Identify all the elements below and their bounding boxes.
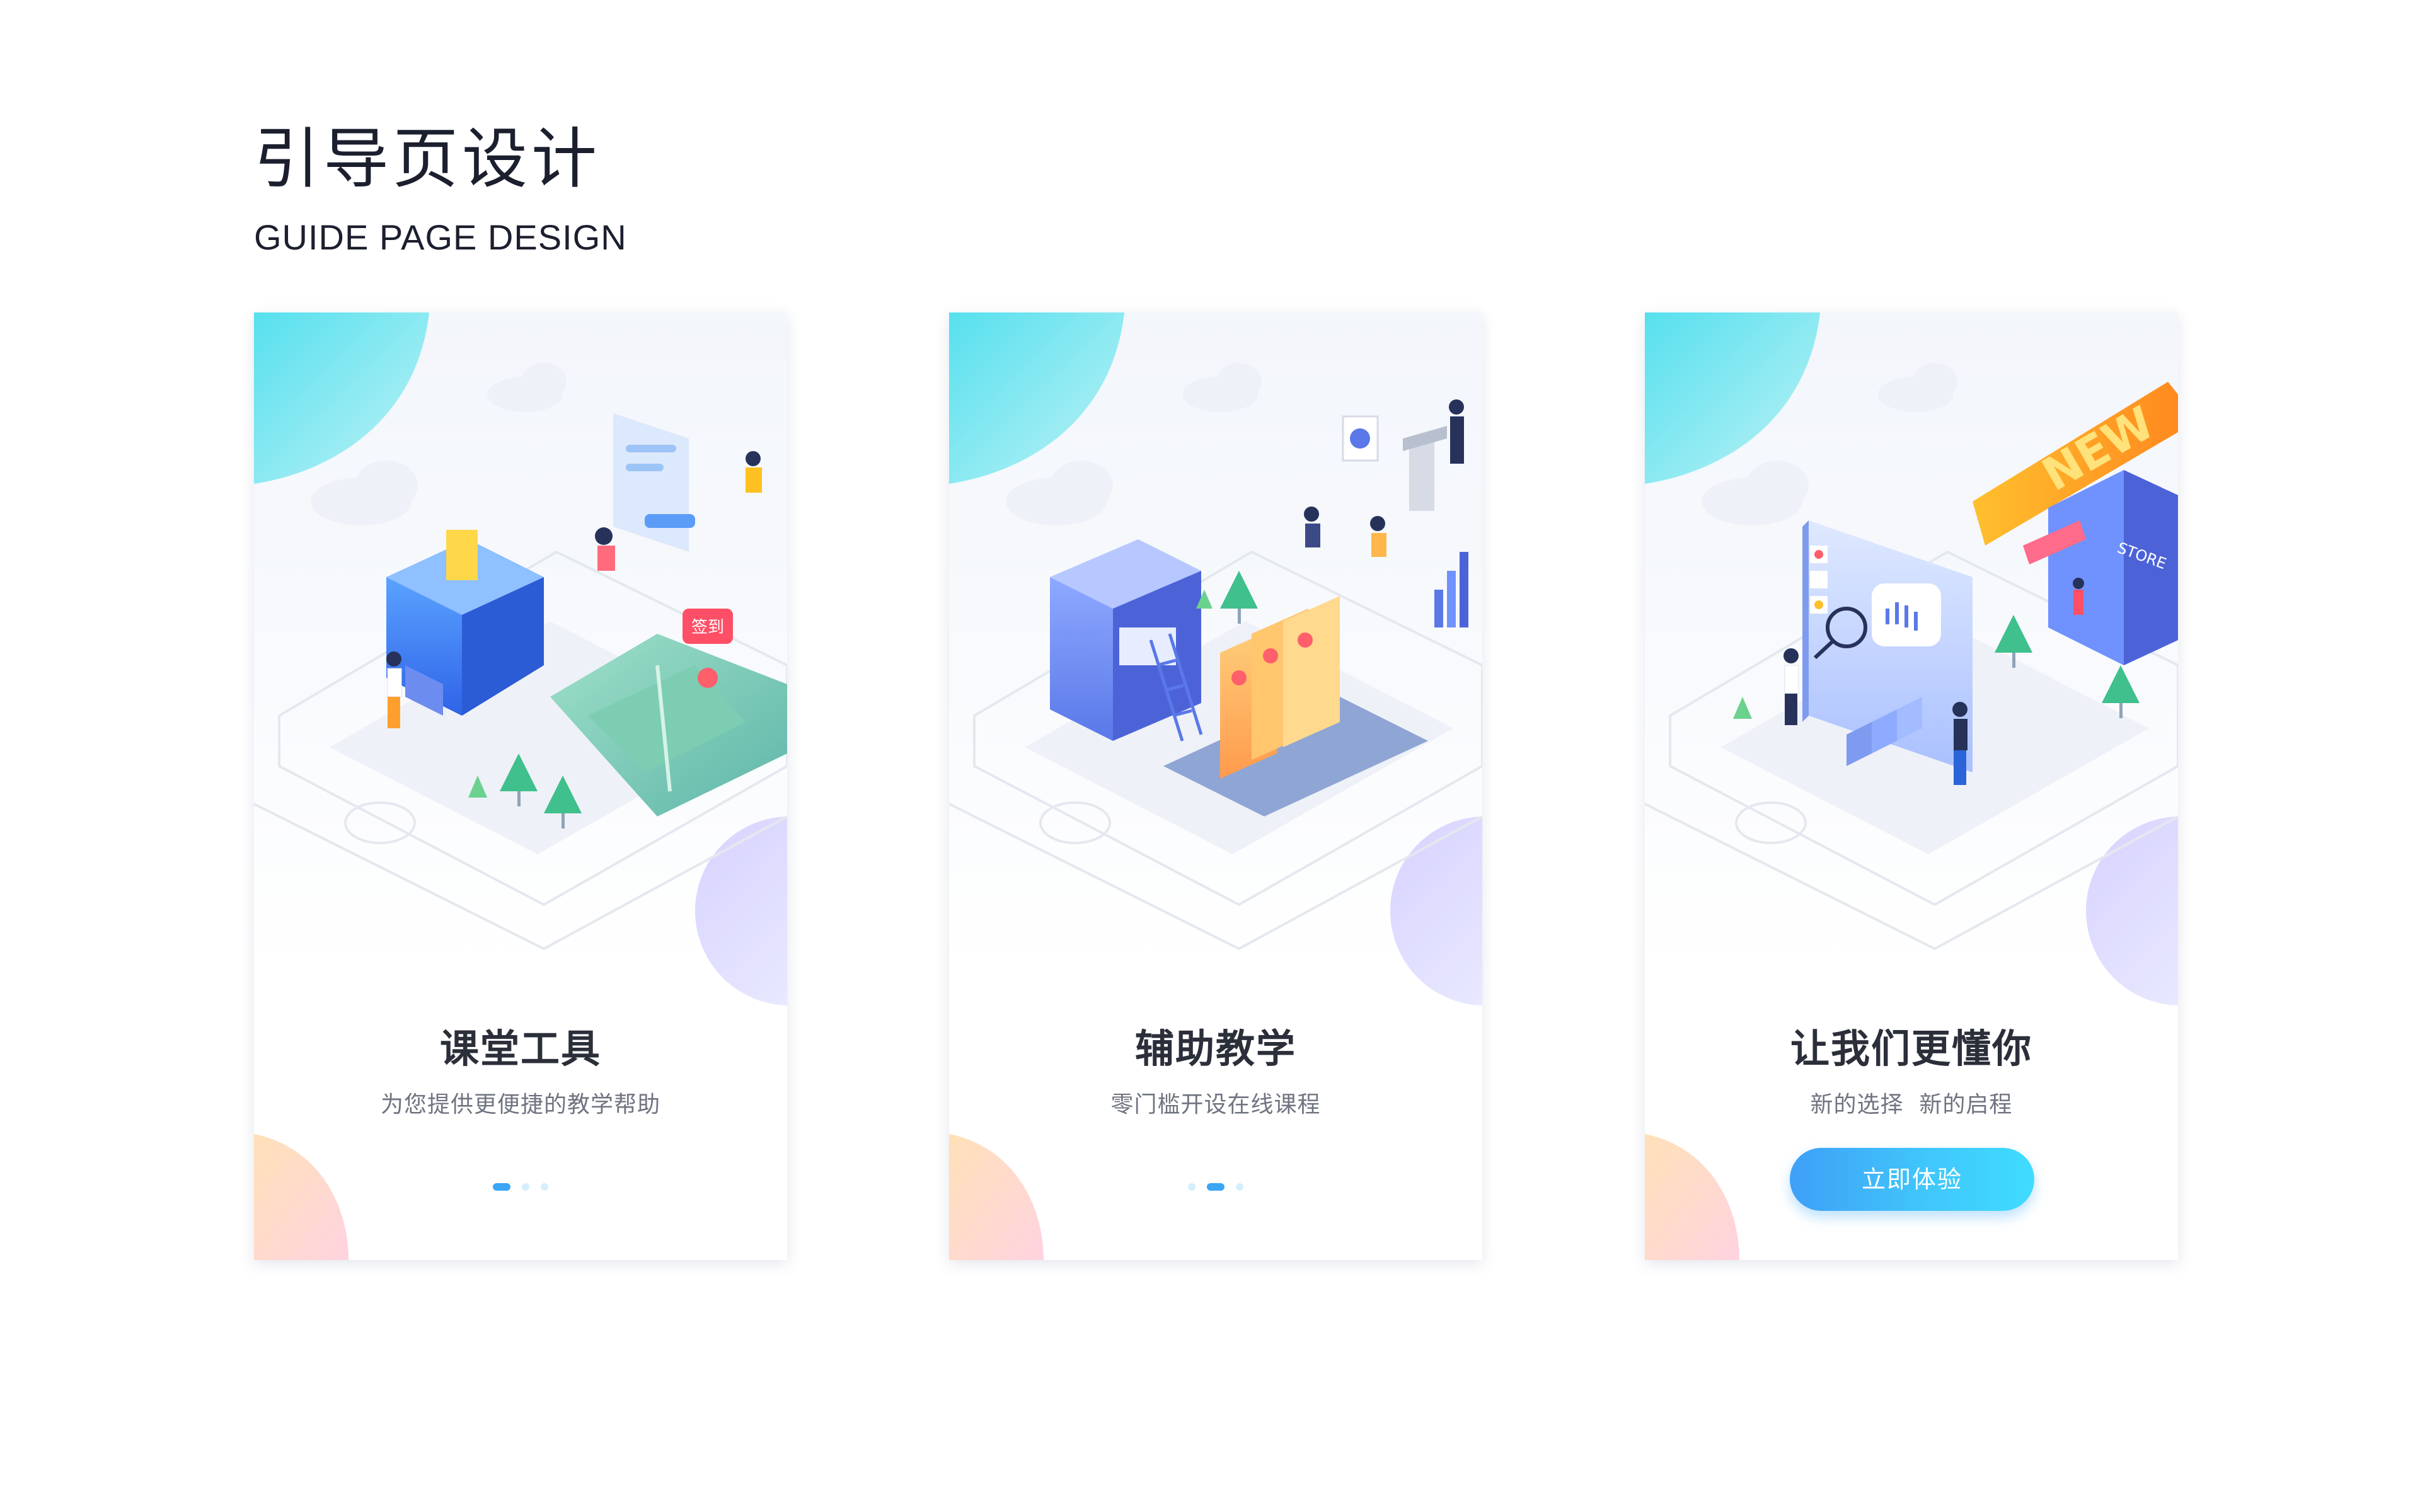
corner-circle [695, 816, 787, 1005]
card-subtitle: 新的选择 新的启程 [1810, 1092, 2013, 1118]
card-heading: 辅助教学 [1134, 1026, 1296, 1072]
page-subtitle: GUIDE PAGE DESIGN [254, 217, 627, 257]
page-dot-1[interactable] [1188, 1183, 1196, 1191]
page-dot-1[interactable] [493, 1183, 510, 1191]
student-figure [1304, 507, 1386, 557]
page-dot-3[interactable] [1236, 1183, 1243, 1191]
bar-chart-icon [1434, 552, 1468, 627]
page-indicator[interactable] [949, 1183, 1482, 1191]
svg-text:签到: 签到 [691, 618, 724, 637]
understand-you-illustration: NEW STORE [1645, 312, 2178, 1005]
bottom-corner-blob [949, 1134, 1044, 1260]
guide-card-1: 签到 课堂工具 为您提供更便捷的教学帮助 [254, 312, 787, 1260]
page-dot-2[interactable] [1207, 1183, 1224, 1191]
book-stack [1050, 539, 1201, 741]
corner-blob [949, 312, 1124, 484]
corner-blob [1645, 312, 1820, 484]
corner-circle [1390, 816, 1482, 1005]
page-dot-3[interactable] [541, 1183, 548, 1191]
start-experience-button[interactable]: 立即体验 [1790, 1148, 2034, 1211]
page-dot-2[interactable] [522, 1183, 529, 1191]
teaching-assist-illustration [949, 312, 1482, 1005]
card-heading: 让我们更懂你 [1790, 1026, 2032, 1072]
card-subtitle: 零门槛开设在线课程 [1110, 1092, 1321, 1118]
guide-card-2: 辅助教学 零门槛开设在线课程 [949, 312, 1482, 1260]
page-header: 引导页设计 GUIDE PAGE DESIGN [254, 126, 627, 258]
card-heading: 课堂工具 [439, 1026, 601, 1072]
page-indicator[interactable] [254, 1183, 787, 1191]
card-subtitle: 为您提供更便捷的教学帮助 [380, 1092, 660, 1118]
guide-card-3: NEW STORE 让我们更懂你 新的选择 新的启程 立即体验 [1645, 312, 2178, 1260]
chat-panel [613, 413, 695, 552]
sign-in-badge: 签到 [683, 609, 733, 644]
presenter-figure [1342, 399, 1464, 511]
corner-circle [2086, 816, 2178, 1005]
bottom-corner-blob [1645, 1134, 1739, 1260]
classroom-tools-illustration: 签到 [254, 312, 787, 1005]
corner-blob [254, 312, 429, 484]
page-title: 引导页设计 [254, 120, 601, 197]
bottom-corner-blob [254, 1134, 349, 1260]
